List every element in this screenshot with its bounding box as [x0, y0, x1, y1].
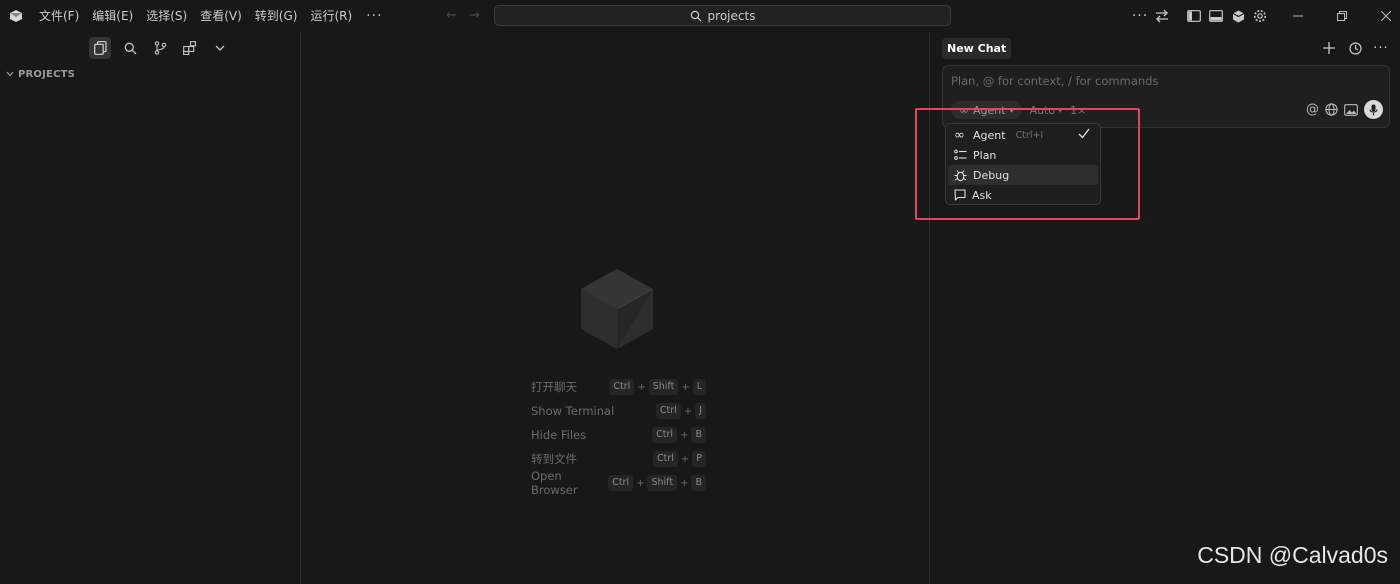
window-controls	[1276, 0, 1400, 32]
shortcut-keys: Ctrl + Shift + B	[608, 475, 706, 491]
key: Ctrl	[655, 403, 681, 419]
highlight-annotation-box	[915, 108, 1140, 220]
projects-section-title: PROJECTS	[18, 68, 76, 80]
shortcut-label: Hide Files	[531, 428, 587, 442]
menu-file[interactable]: 文件(F)	[32, 0, 85, 32]
swap-icon[interactable]	[1151, 5, 1173, 27]
key: Shift	[648, 379, 679, 395]
app-logo-icon[interactable]	[0, 0, 32, 32]
shortcut-label: Open Browser	[531, 469, 578, 497]
key: B	[691, 475, 706, 491]
microphone-icon	[1369, 104, 1378, 115]
shortcut-row: Open Browser Ctrl + Shift + B	[531, 469, 706, 497]
shortcut-row: Hide Files Ctrl + B	[531, 423, 706, 447]
shortcut-keys: Ctrl + Shift + L	[609, 379, 706, 395]
plus-separator: +	[680, 429, 689, 441]
menu-go[interactable]: 转到(G)	[248, 0, 304, 32]
chevron-down-icon[interactable]	[209, 37, 231, 59]
cube-icon[interactable]	[1227, 5, 1249, 27]
shortcut-keys: Ctrl + P	[652, 451, 706, 467]
shortcut-label: Show Terminal	[531, 404, 615, 418]
source-control-icon[interactable]	[149, 37, 171, 59]
chevron-down-icon	[6, 71, 14, 77]
key: Ctrl	[652, 427, 678, 443]
title-right-actions: ···	[1129, 0, 1271, 32]
shortcut-keys: Ctrl + B	[652, 427, 706, 443]
extensions-icon[interactable]	[179, 37, 201, 59]
more-actions-icon[interactable]: ···	[1129, 5, 1151, 27]
toggle-sidebar-icon[interactable]	[1183, 5, 1205, 27]
chat-header: New Chat ···	[931, 32, 1400, 64]
plus-separator: +	[637, 381, 646, 393]
menu-run[interactable]: 运行(R)	[303, 0, 358, 32]
projects-section-header[interactable]: PROJECTS	[0, 64, 300, 84]
explorer-files-icon[interactable]	[89, 37, 111, 59]
key: Ctrl	[609, 379, 635, 395]
plus-separator: +	[683, 405, 693, 417]
globe-icon[interactable]	[1325, 103, 1338, 116]
more-options-icon[interactable]: ···	[1370, 37, 1392, 59]
chat-input-placeholder: Plan, @ for context, / for commands	[951, 74, 1159, 88]
cursor-logo-icon	[580, 268, 654, 353]
menu-edit[interactable]: 编辑(E)	[85, 0, 139, 32]
plus-separator: +	[680, 477, 689, 489]
plus-separator: +	[681, 381, 690, 393]
shortcut-row: 打开聊天 Ctrl + Shift + L	[531, 375, 706, 399]
key: J	[695, 403, 706, 419]
shortcut-label: 转到文件	[531, 452, 577, 466]
menu-view[interactable]: 查看(V)	[193, 0, 248, 32]
shortcut-label: 打开聊天	[531, 380, 577, 394]
plus-separator: +	[680, 453, 690, 465]
microphone-button[interactable]	[1364, 100, 1383, 119]
back-arrow-icon[interactable]: ←	[446, 8, 457, 23]
command-search-box[interactable]: projects	[494, 5, 951, 26]
chat-actions: ···	[1318, 37, 1392, 59]
search-text: projects	[707, 8, 756, 23]
restore-icon[interactable]	[1320, 0, 1364, 32]
key: L	[692, 379, 706, 395]
minimize-icon[interactable]	[1276, 0, 1320, 32]
search-icon[interactable]	[119, 37, 141, 59]
toggle-panel-icon[interactable]	[1205, 5, 1227, 27]
chat-tab-new-chat[interactable]: New Chat	[942, 37, 1012, 59]
key: P	[692, 451, 706, 467]
key: Ctrl	[608, 475, 634, 491]
shortcut-keys: Ctrl + J	[655, 403, 706, 419]
menu-selection[interactable]: 选择(S)	[139, 0, 193, 32]
title-bar: 文件(F) 编辑(E) 选择(S) 查看(V) 转到(G) 运行(R) ··· …	[0, 0, 1400, 32]
key: B	[691, 427, 706, 443]
settings-gear-icon[interactable]	[1249, 5, 1271, 27]
menu-more-button[interactable]: ···	[358, 8, 390, 24]
new-chat-plus-icon[interactable]	[1318, 37, 1340, 59]
chat-input-icons: @	[1306, 100, 1383, 119]
sidebar: PROJECTS	[0, 32, 301, 584]
shortcut-hints: 打开聊天 Ctrl + Shift + L Show Terminal Ctrl + …	[531, 375, 706, 497]
sidebar-toolbar	[0, 32, 300, 64]
search-icon	[690, 10, 701, 21]
forward-arrow-icon[interactable]: →	[469, 8, 480, 23]
close-window-icon[interactable]	[1364, 0, 1400, 32]
shortcut-row: 转到文件 Ctrl + P	[531, 447, 706, 471]
mention-at-icon[interactable]: @	[1306, 102, 1319, 117]
key: Shift	[647, 475, 678, 491]
plus-separator: +	[636, 477, 645, 489]
csdn-watermark: CSDN @Calvad0s	[1197, 542, 1388, 568]
menu-bar: 文件(F) 编辑(E) 选择(S) 查看(V) 转到(G) 运行(R) ···	[32, 0, 391, 32]
history-clock-icon[interactable]	[1344, 37, 1366, 59]
image-icon[interactable]	[1344, 103, 1358, 116]
key: Ctrl	[652, 451, 678, 467]
editor-area: 打开聊天 Ctrl + Shift + L Show Terminal Ctrl + …	[302, 32, 930, 584]
shortcut-row: Show Terminal Ctrl + J	[531, 399, 706, 423]
nav-arrows: ← →	[446, 8, 480, 23]
